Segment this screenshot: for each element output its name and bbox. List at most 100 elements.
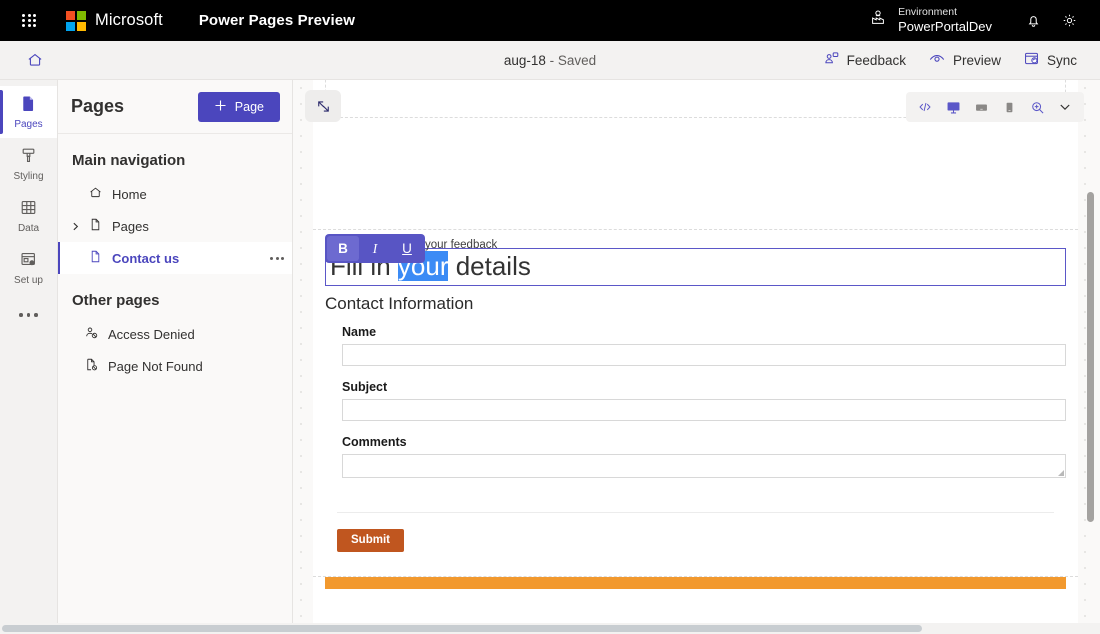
top-bar-right-group: Environment PowerPortalDev xyxy=(869,4,1086,38)
command-bar-actions: Feedback Preview Sync xyxy=(814,45,1100,76)
top-app-bar: Microsoft Power Pages Preview Environmen… xyxy=(0,0,1100,41)
rail-label-setup: Set up xyxy=(14,275,43,286)
input-subject[interactable] xyxy=(342,398,1066,421)
sync-button[interactable]: Sync xyxy=(1014,45,1086,75)
nav-item-page-not-found[interactable]: Page Not Found xyxy=(58,350,292,382)
rail-item-setup[interactable]: Set up xyxy=(0,242,57,294)
underline-button[interactable]: U xyxy=(391,236,423,261)
microsoft-logo xyxy=(66,10,86,31)
mobile-icon[interactable] xyxy=(996,95,1022,119)
new-page-button-label: Page xyxy=(234,99,264,114)
page-content: B I U your feedback Fill in your details… xyxy=(313,80,1078,632)
rail-label-pages: Pages xyxy=(14,119,43,130)
page-not-found-icon xyxy=(84,357,99,375)
nav-item-access-denied[interactable]: Access Denied xyxy=(58,318,292,350)
brush-icon xyxy=(19,146,38,168)
label-subject: Subject xyxy=(342,379,388,394)
heading-edit-box[interactable]: Fill in your details xyxy=(325,248,1066,286)
left-navigation-rail: Pages Styling Data Set up xyxy=(0,80,58,634)
chevron-down-icon[interactable] xyxy=(1052,95,1078,119)
brand-name: Microsoft xyxy=(95,11,163,29)
form-field-name: Name xyxy=(325,325,1066,366)
environment-label: Environment xyxy=(898,5,958,18)
label-name: Name xyxy=(342,324,377,339)
page-section-form[interactable]: B I U your feedback Fill in your details… xyxy=(313,234,1078,632)
nav-label-contact-us: Contact us xyxy=(112,250,180,266)
environment-icon xyxy=(869,9,887,32)
settings-button[interactable] xyxy=(1052,4,1086,38)
pages-panel: Pages Page Main navigation Home Pages Co… xyxy=(58,80,293,634)
environment-selector[interactable]: Environment PowerPortalDev xyxy=(869,6,992,35)
document-status: - Saved xyxy=(545,52,597,68)
app-title: Power Pages Preview xyxy=(198,12,355,29)
rail-item-data[interactable]: Data xyxy=(0,190,57,242)
italic-button[interactable]: I xyxy=(359,236,391,261)
rail-item-styling[interactable]: Styling xyxy=(0,138,57,190)
heading-text[interactable]: Fill in your details xyxy=(330,251,1061,283)
preview-label: Preview xyxy=(952,52,1001,68)
form-field-subject: Subject xyxy=(325,380,1066,421)
form-field-comments: Comments xyxy=(325,435,1066,478)
access-denied-icon xyxy=(84,325,99,343)
contact-form: Contact Information Name Subject Comment… xyxy=(313,286,1078,552)
bold-button[interactable]: B xyxy=(327,236,359,261)
page-section-spacer[interactable] xyxy=(313,118,1078,230)
canvas-vertical-scrollbar[interactable] xyxy=(1087,192,1094,522)
environment-text: Environment PowerPortalDev xyxy=(898,6,992,35)
form-legend: Contact Information xyxy=(325,293,474,313)
page-preview-frame: B I U your feedback Fill in your details… xyxy=(313,80,1078,634)
input-name[interactable] xyxy=(342,343,1066,366)
nav-item-pages[interactable]: Pages xyxy=(58,210,292,242)
file-icon xyxy=(88,217,103,235)
label-comments: Comments xyxy=(342,434,407,449)
rail-item-pages[interactable]: Pages xyxy=(0,86,57,138)
plus-icon xyxy=(214,99,227,115)
rich-text-toolbar: B I U xyxy=(325,234,425,263)
table-icon xyxy=(19,198,38,220)
nav-item-overflow-button[interactable] xyxy=(270,256,284,260)
environment-value: PowerPortalDev xyxy=(898,18,992,34)
feedback-label: Feedback xyxy=(846,52,906,68)
zoom-in-icon[interactable] xyxy=(1024,95,1050,119)
page-canvas: B I U your feedback Fill in your details… xyxy=(293,80,1100,634)
pages-panel-title: Pages xyxy=(71,96,125,116)
nav-label-page-not-found: Page Not Found xyxy=(108,358,203,374)
main-navigation-title: Main navigation xyxy=(72,152,186,169)
page-icon xyxy=(19,94,38,116)
nav-item-home[interactable]: Home xyxy=(58,178,292,210)
nav-label-pages: Pages xyxy=(112,218,149,234)
nav-item-contact-us[interactable]: Contact us xyxy=(58,242,292,274)
pages-panel-header: Pages Page xyxy=(58,80,292,134)
home-icon xyxy=(88,185,103,203)
tablet-icon[interactable] xyxy=(968,95,994,119)
sync-label: Sync xyxy=(1046,52,1077,68)
heading-after: details xyxy=(448,251,531,281)
footer-accent-bar xyxy=(325,576,1066,589)
rail-more-button[interactable] xyxy=(0,294,57,336)
command-bar: aug-18 - Saved Feedback Preview Sync xyxy=(0,41,1100,80)
notifications-button[interactable] xyxy=(1016,4,1050,38)
canvas-view-toolbar xyxy=(906,92,1084,122)
chevron-right-icon[interactable] xyxy=(70,221,82,232)
rail-label-data: Data xyxy=(17,223,40,234)
waffle-icon xyxy=(22,13,36,28)
other-pages-title: Other pages xyxy=(72,292,160,309)
document-name: aug-18 xyxy=(503,52,546,68)
preview-button[interactable]: Preview xyxy=(919,45,1010,76)
horizontal-scrollbar-track[interactable] xyxy=(0,623,1100,634)
feedback-button[interactable]: Feedback xyxy=(814,45,915,75)
setup-icon xyxy=(19,250,38,272)
submit-button[interactable]: Submit xyxy=(337,528,404,552)
desktop-icon[interactable] xyxy=(940,95,966,119)
input-comments[interactable] xyxy=(342,453,1066,478)
eye-icon xyxy=(928,50,946,71)
sync-icon xyxy=(1023,50,1040,70)
app-launcher-button[interactable] xyxy=(14,6,44,36)
home-button[interactable] xyxy=(16,45,54,75)
code-icon[interactable] xyxy=(912,95,938,119)
microsoft-logo-icon xyxy=(66,10,86,31)
horizontal-scrollbar-thumb[interactable] xyxy=(2,625,922,632)
expand-canvas-button[interactable] xyxy=(305,90,341,122)
new-page-button[interactable]: Page xyxy=(197,91,280,122)
nav-label-access-denied: Access Denied xyxy=(108,326,195,342)
